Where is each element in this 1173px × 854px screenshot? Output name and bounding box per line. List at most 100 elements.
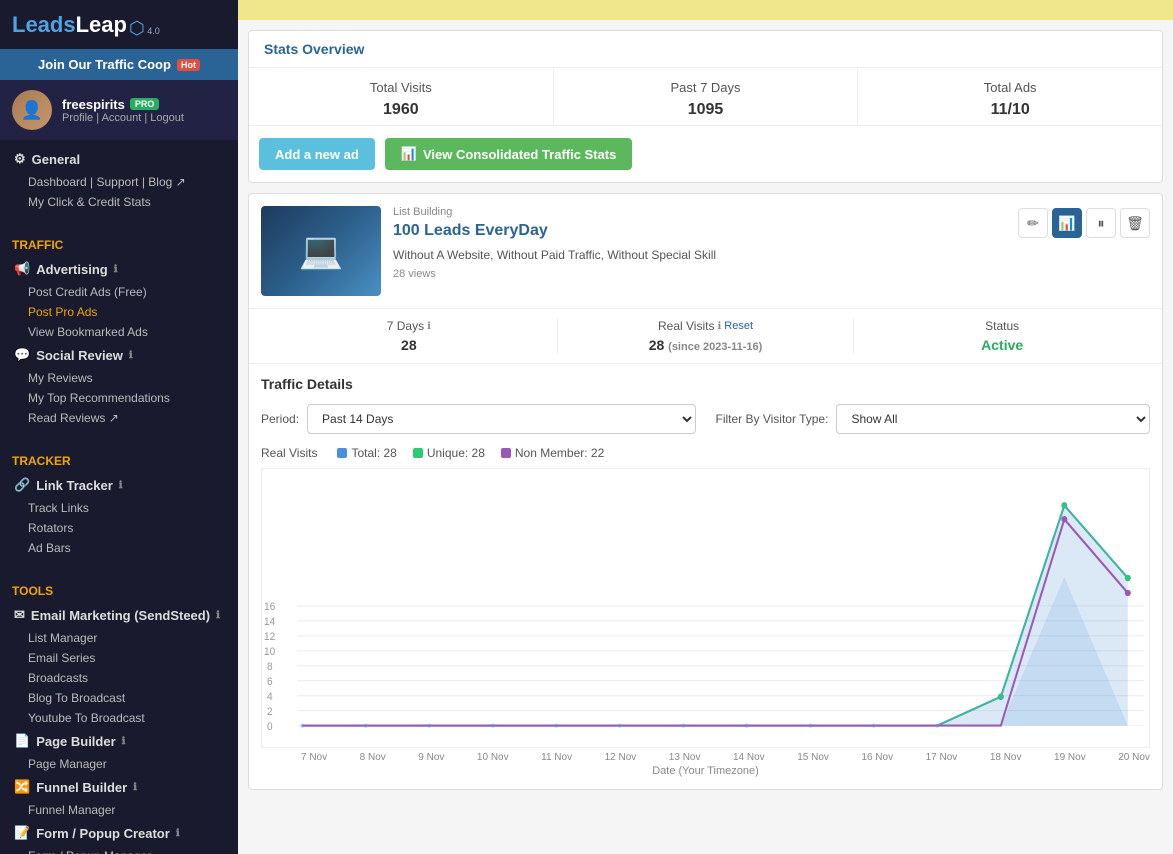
sidebar-item-post-pro-ads[interactable]: Post Pro Ads	[0, 302, 238, 322]
sidebar-item-blog-broadcast[interactable]: Blog To Broadcast	[0, 688, 238, 708]
sidebar-item-social-review[interactable]: 💬 Social Review ℹ	[0, 342, 238, 368]
sidebar-item-form-manager[interactable]: Form / Popup Manager	[0, 846, 238, 854]
sidebar-item-page-manager[interactable]: Page Manager	[0, 754, 238, 774]
view-stats-button[interactable]: 📊 View Consolidated Traffic Stats	[385, 138, 633, 170]
info-icon-realvisits[interactable]: ℹ	[717, 321, 721, 332]
sidebar-item-form-creator[interactable]: 📝 Form / Popup Creator ℹ	[0, 820, 238, 846]
sidebar-item-top-recommendations[interactable]: My Top Recommendations	[0, 388, 238, 408]
coop-button[interactable]: Join Our Traffic Coop Hot	[0, 49, 238, 80]
info-icon-7days[interactable]: ℹ	[427, 321, 431, 332]
sidebar-item-click-credit[interactable]: My Click & Credit Stats	[0, 192, 238, 212]
sidebar-item-bookmarked-ads[interactable]: View Bookmarked Ads	[0, 322, 238, 342]
info-icon-3[interactable]: ℹ	[119, 480, 123, 491]
stats-row: Total Visits 1960 Past 7 Days 1095 Total…	[249, 68, 1162, 126]
ad-stats-bar: 7 Days ℹ 28 Real Visits ℹ Reset 28 (sinc…	[249, 309, 1162, 364]
seven-days-value: 28	[261, 337, 557, 353]
x-label-11nov: 11 Nov	[541, 752, 572, 763]
x-label-13nov: 13 Nov	[669, 752, 701, 763]
info-icon-5[interactable]: ℹ	[122, 736, 126, 747]
info-icon-4[interactable]: ℹ	[216, 610, 220, 621]
sidebar-item-dashboard[interactable]: Dashboard | Support | Blog ↗	[0, 172, 238, 192]
legend-nonmember: Non Member: 22	[501, 446, 604, 460]
seven-days-cell: 7 Days ℹ 28	[261, 319, 558, 353]
delete-button[interactable]: 🗑	[1120, 208, 1150, 238]
sidebar-item-list-manager[interactable]: List Manager	[0, 628, 238, 648]
x-label-17nov: 17 Nov	[926, 752, 958, 763]
svg-text:0: 0	[267, 722, 273, 733]
ad-card: 💻 List Building 100 Leads EveryDay Witho…	[248, 193, 1163, 790]
add-ad-button[interactable]: Add a new ad	[259, 138, 375, 170]
real-visits-legend-label: Real Visits	[261, 446, 317, 460]
sidebar-item-read-reviews[interactable]: Read Reviews ↗	[0, 408, 238, 428]
traffic-section: Traffic 📢 Advertising ℹ Post Credit Ads …	[0, 226, 238, 434]
ad-card-top: 💻 List Building 100 Leads EveryDay Witho…	[249, 194, 1162, 309]
sidebar-item-email-series[interactable]: Email Series	[0, 648, 238, 668]
chart-x-title: Date (Your Timezone)	[261, 765, 1150, 777]
status-cell: Status Active	[854, 319, 1150, 353]
sidebar-item-link-tracker[interactable]: 🔗 Link Tracker ℹ	[0, 472, 238, 498]
sidebar-item-rotators[interactable]: Rotators	[0, 518, 238, 538]
link-icon: 🔗	[14, 477, 30, 493]
sidebar-item-page-builder[interactable]: 📄 Page Builder ℹ	[0, 728, 238, 754]
sidebar-item-ad-bars[interactable]: Ad Bars	[0, 538, 238, 558]
x-label-10nov: 10 Nov	[477, 752, 509, 763]
total-visits-value: 1960	[259, 101, 543, 119]
unique-dot	[413, 448, 423, 458]
chart-svg: 0 2 4 6 8 10	[262, 469, 1149, 747]
ad-thumbnail-inner: 💻	[261, 206, 381, 296]
sidebar-item-post-credit-ads[interactable]: Post Credit Ads (Free)	[0, 282, 238, 302]
info-icon[interactable]: ℹ	[114, 264, 118, 275]
action-buttons: Add a new ad 📊 View Consolidated Traffic…	[249, 126, 1162, 182]
sidebar-item-funnel-builder[interactable]: 🔀 Funnel Builder ℹ	[0, 774, 238, 800]
sidebar-item-broadcasts[interactable]: Broadcasts	[0, 668, 238, 688]
sidebar-item-advertising[interactable]: 📢 Advertising ℹ	[0, 256, 238, 282]
ad-category: List Building	[393, 206, 1006, 218]
chart-x-labels: 7 Nov 8 Nov 9 Nov 10 Nov 11 Nov 12 Nov 1…	[261, 748, 1150, 763]
account-link[interactable]: Account	[102, 112, 142, 124]
sidebar-item-my-reviews[interactable]: My Reviews	[0, 368, 238, 388]
past7days-value: 1095	[564, 101, 848, 119]
profile-link[interactable]: Profile	[62, 112, 93, 124]
info-icon-7[interactable]: ℹ	[176, 828, 180, 839]
x-label-20nov: 20 Nov	[1118, 752, 1150, 763]
pause-button[interactable]: ⏸	[1086, 208, 1116, 238]
svg-text:6: 6	[267, 677, 273, 688]
logout-link[interactable]: Logout	[150, 112, 184, 124]
sidebar: LeadsLeap ⬡ 4.0 Join Our Traffic Coop Ho…	[0, 0, 238, 854]
info-icon-6[interactable]: ℹ	[133, 782, 137, 793]
user-links[interactable]: Profile | Account | Logout	[62, 112, 184, 124]
sidebar-item-youtube-broadcast[interactable]: Youtube To Broadcast	[0, 708, 238, 728]
email-icon: ✉	[14, 607, 25, 623]
gear-icon: ⚙	[14, 151, 26, 167]
svg-text:2: 2	[267, 707, 273, 718]
reset-link[interactable]: Reset	[724, 320, 753, 332]
top-bar	[238, 0, 1173, 20]
x-label-16nov: 16 Nov	[861, 752, 893, 763]
stats-overview-header: Stats Overview	[249, 31, 1162, 68]
stats-button[interactable]: 📊	[1052, 208, 1082, 238]
logo: LeadsLeap	[12, 12, 127, 38]
info-icon-2[interactable]: ℹ	[129, 350, 133, 361]
sidebar-item-email-marketing[interactable]: ✉ Email Marketing (SendSteed) ℹ	[0, 602, 238, 628]
laptop-icon: 💻	[299, 230, 344, 272]
total-visits-cell: Total Visits 1960	[249, 68, 554, 125]
visitor-type-select[interactable]: Show All Members Only Non Members Only	[836, 404, 1150, 434]
sidebar-item-funnel-manager[interactable]: Funnel Manager	[0, 800, 238, 820]
sidebar-item-general[interactable]: ⚙ General	[0, 146, 238, 172]
filter-row: Period: Past 14 Days Past 7 Days Past 30…	[261, 404, 1150, 434]
real-visits-label: Real Visits ℹ Reset	[558, 319, 854, 333]
social-review-icon: 💬	[14, 347, 30, 363]
traffic-details-title: Traffic Details	[261, 376, 1150, 392]
stats-overview: Stats Overview Total Visits 1960 Past 7 …	[248, 30, 1163, 183]
filter-by-visitor-label: Filter By Visitor Type:	[716, 412, 829, 426]
status-label: Status	[854, 319, 1150, 333]
period-select[interactable]: Past 14 Days Past 7 Days Past 30 Days Pa…	[307, 404, 695, 434]
total-ads-label: Total Ads	[868, 80, 1152, 95]
sidebar-item-track-links[interactable]: Track Links	[0, 498, 238, 518]
edit-button[interactable]: ✏	[1018, 208, 1048, 238]
past7days-cell: Past 7 Days 1095	[554, 68, 859, 125]
total-dot	[337, 448, 347, 458]
traffic-header: Traffic	[0, 232, 238, 256]
x-label-9nov: 9 Nov	[418, 752, 444, 763]
user-area: 👤 freespirits PRO Profile | Account | Lo…	[0, 80, 238, 140]
